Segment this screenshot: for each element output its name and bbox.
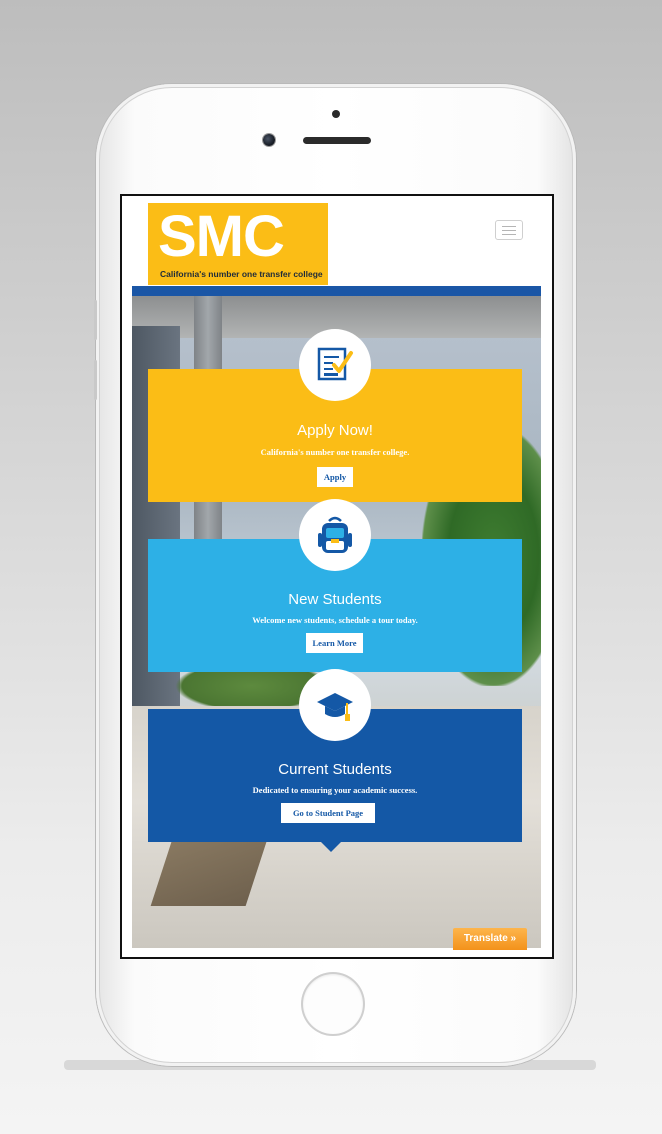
graduation-cap-icon <box>317 693 353 721</box>
phone-side-button <box>94 300 97 340</box>
apply-button[interactable]: Apply <box>317 467 353 487</box>
card-pointer-arrow <box>321 842 341 852</box>
translate-button[interactable]: Translate » <box>453 928 527 950</box>
apply-icon-circle <box>299 329 371 401</box>
logo-wordmark: SMC <box>158 204 285 269</box>
hamburger-menu-icon <box>502 230 516 231</box>
home-button[interactable] <box>303 974 363 1034</box>
hamburger-menu-icon <box>502 226 516 227</box>
application-form-checkmark-icon <box>317 347 353 381</box>
student-page-button[interactable]: Go to Student Page <box>281 803 375 823</box>
card-title: Current Students <box>278 761 392 778</box>
card-subtitle: Dedicated to ensuring your academic succ… <box>252 785 418 795</box>
current-students-icon-circle <box>299 669 371 741</box>
smc-logo[interactable]: SMC California's number one transfer col… <box>148 203 328 285</box>
new-students-icon-circle <box>299 499 371 571</box>
front-camera <box>263 134 275 146</box>
logo-tagline: California's number one transfer college <box>160 269 323 279</box>
proximity-sensor <box>332 110 340 118</box>
earpiece-speaker <box>303 137 371 144</box>
card-subtitle: California's number one transfer college… <box>260 447 410 457</box>
hamburger-menu-icon <box>502 234 516 235</box>
hamburger-menu-button[interactable] <box>495 220 523 240</box>
card-title: Apply Now! <box>297 422 373 439</box>
card-subtitle: Welcome new students, schedule a tour to… <box>252 615 418 625</box>
card-title: New Students <box>288 591 382 608</box>
hero-section: Apply Now! California's number one trans… <box>132 286 541 948</box>
learn-more-button[interactable]: Learn More <box>306 633 363 653</box>
phone-screen: SMC California's number one transfer col… <box>120 194 554 959</box>
backpack-icon <box>318 516 352 553</box>
phone-side-button <box>94 360 97 400</box>
